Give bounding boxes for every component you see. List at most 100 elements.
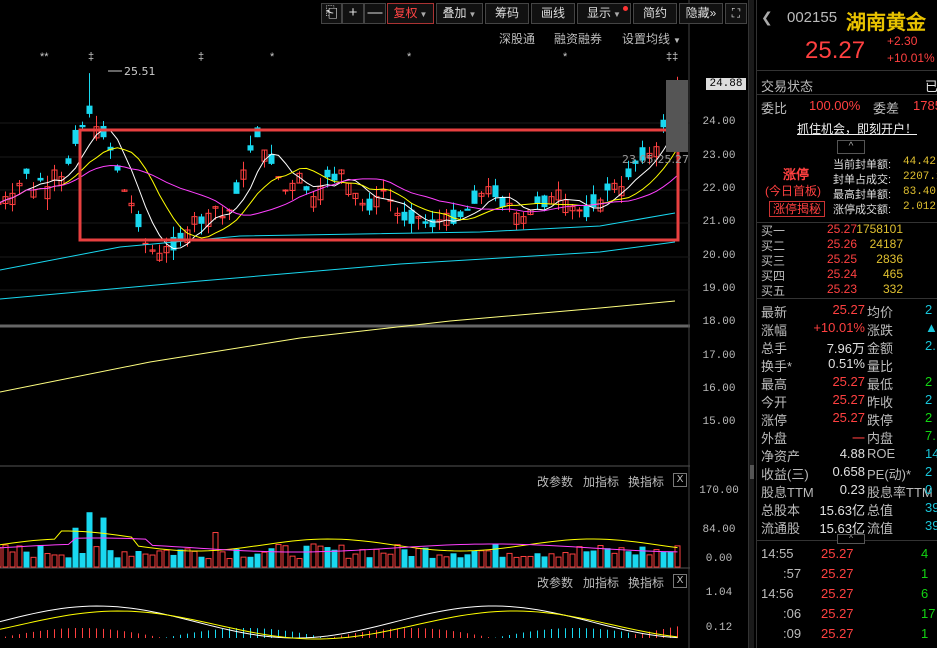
volume-bar	[0, 547, 2, 568]
kline-candle	[23, 168, 30, 174]
xianshi-dropdown[interactable]: 显示 ▼	[577, 3, 631, 24]
event-marker: ‡‡	[666, 51, 678, 63]
bid-price: 25.24	[827, 267, 858, 281]
huaxian-button[interactable]: 画线	[531, 3, 575, 24]
kline-candle	[380, 189, 387, 192]
stat-value: 0.23	[839, 482, 865, 497]
tick-volume: 17	[921, 606, 936, 621]
tick-time: :06	[783, 606, 802, 621]
tick-expand-icon[interactable]: ^	[837, 534, 865, 544]
volume-bar	[583, 551, 590, 568]
scroll-thumb[interactable]	[750, 465, 754, 479]
macd-axis-tick: 1.04	[705, 587, 733, 599]
fullscreen-icon[interactable]: ⛶	[725, 3, 747, 24]
kline-canvas[interactable]: 25.5123.05-25.27** ‡ ‡ * * * ‡‡	[0, 0, 690, 648]
collapse-left-icon[interactable]: ❮	[761, 9, 773, 26]
set-ma-dropdown[interactable]: 设置均线 ▼	[622, 30, 681, 47]
volume-axis-tick: 170.00	[699, 485, 739, 497]
trade-status-label: 交易状态	[761, 79, 814, 94]
vol-close-icon[interactable]: X	[673, 473, 687, 487]
diejia-dropdown[interactable]: 叠加 ▼	[436, 3, 483, 24]
stat-label2: 昨收	[867, 395, 894, 410]
volume-bar	[226, 558, 233, 568]
vol-swap-indicator-button[interactable]: 换指标	[628, 473, 664, 490]
stat-label: 总手	[761, 341, 788, 356]
volume-bar	[520, 555, 527, 568]
stat-value: 7.96万	[826, 341, 865, 356]
chart-scrollbar[interactable]	[748, 0, 754, 648]
rongzi-link[interactable]: 融资融券	[554, 30, 602, 47]
diejia-label: 叠加	[442, 6, 467, 20]
volume-axis-tick: 84.00	[702, 524, 736, 536]
limit-line-value: 83.40	[903, 186, 937, 198]
volume-bar	[506, 552, 513, 568]
kline-chart-area[interactable]: 25.51 23.05-25.27 ** ‡ ‡ * * * ‡‡ ⎗ + — 复权 ▼ 叠加 ▼ …	[0, 0, 754, 648]
price-axis-tick: 20.00	[702, 250, 736, 262]
macd-swap-indicator-button[interactable]: 换指标	[628, 574, 664, 591]
stat-label: 外盘	[761, 431, 788, 446]
volume-bar	[653, 549, 660, 568]
volume-bar	[359, 549, 366, 568]
volume-bar	[450, 553, 457, 568]
volume-bar	[289, 555, 296, 568]
volume-bar	[555, 556, 562, 568]
tick-volume: 1	[921, 626, 929, 641]
kline-candle	[401, 211, 408, 221]
chouma-button[interactable]: 筹码	[485, 3, 529, 24]
volume-bar	[282, 545, 289, 568]
volume-bar	[30, 556, 37, 568]
kline-candle	[135, 214, 142, 228]
volume-bar	[366, 557, 373, 568]
kline-candle	[282, 189, 289, 192]
stat-label: 换手*	[761, 359, 793, 374]
tick-price: 25.27	[821, 566, 854, 581]
tick-volume: 4	[921, 546, 929, 561]
stat-row: 涨幅 +10.01% 涨跌 ▲	[761, 320, 937, 338]
stat-value: 15.63亿	[819, 503, 865, 518]
weibi-label: 委比	[761, 101, 788, 116]
vol-param-button[interactable]: 改参数	[537, 473, 573, 490]
tick-row: 14:56 25.27 6	[761, 586, 937, 604]
volume-bar	[23, 551, 30, 568]
limit-reveal-button[interactable]: 涨停揭秘	[769, 201, 826, 217]
tick-row: 14:55 25.27 4	[761, 546, 937, 564]
bid-volume: 24187	[869, 237, 903, 251]
kline-candle	[86, 105, 93, 114]
expand-up-icon[interactable]: ^	[837, 140, 865, 154]
kline-candle	[72, 129, 79, 144]
yincang-button[interactable]: 隐藏»	[679, 3, 723, 24]
zoom-out-button[interactable]: —	[364, 3, 386, 24]
tick-volume: 6	[921, 586, 929, 601]
volume-bar	[625, 551, 632, 568]
weicha-label: 委差	[873, 101, 900, 116]
macd-add-indicator-button[interactable]: 加指标	[583, 574, 619, 591]
volume-bar	[471, 550, 478, 568]
volume-bar	[177, 549, 184, 568]
chevron-down-icon: ▼	[468, 10, 477, 19]
stat-value2: 0	[925, 482, 933, 497]
prev-icon[interactable]: ⎗	[321, 3, 342, 24]
limit-line-label: 最高封单额:	[833, 189, 892, 201]
kline-candle	[604, 183, 611, 191]
stat-label: 收益(三)	[761, 467, 809, 482]
stat-label2: 涨跌	[867, 323, 894, 338]
volume-bar	[569, 553, 576, 568]
volume-bar	[51, 554, 58, 568]
macd-param-button[interactable]: 改参数	[537, 574, 573, 591]
open-account-banner[interactable]: 抓住机会，即刻开户！	[797, 120, 917, 137]
event-marker: *	[407, 51, 412, 63]
zoom-in-button[interactable]: +	[342, 3, 364, 24]
price-axis-tick: 24.00	[702, 116, 736, 128]
stat-label2: 总值	[867, 503, 894, 518]
stat-label2: PE(动)*	[867, 467, 912, 482]
vol-add-indicator-button[interactable]: 加指标	[583, 473, 619, 490]
stat-row: 今开 25.27 昨收 2	[761, 392, 937, 410]
event-marker: *	[270, 51, 275, 63]
jianyue-button[interactable]: 简约	[633, 3, 677, 24]
volume-bar	[415, 548, 422, 568]
fuquan-dropdown[interactable]: 复权 ▼	[387, 3, 434, 24]
shengutong-link[interactable]: 深股通	[499, 30, 535, 47]
volume-bar	[541, 556, 548, 568]
macd-close-icon[interactable]: X	[673, 574, 687, 588]
volume-axis-tick: 0.00	[705, 553, 733, 565]
